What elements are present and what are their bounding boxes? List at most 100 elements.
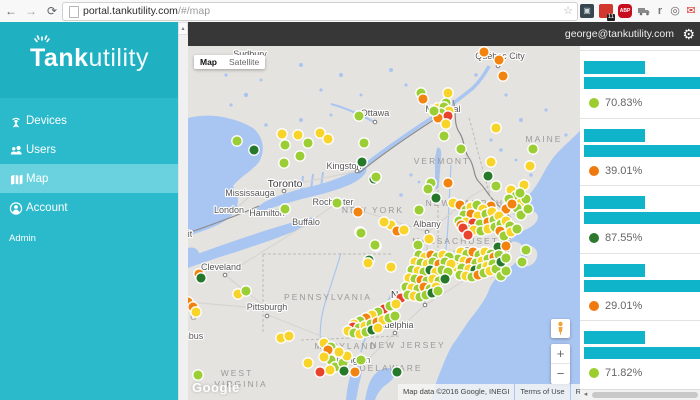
device-row[interactable]: 39.01% [580, 118, 700, 186]
tank-marker[interactable] [439, 131, 449, 141]
tank-marker[interactable] [359, 138, 369, 148]
mail-icon[interactable]: ✉ [684, 4, 698, 18]
tank-marker[interactable] [515, 188, 525, 198]
tank-marker[interactable] [293, 130, 303, 140]
tank-marker[interactable] [498, 71, 508, 81]
browser-back-icon[interactable]: ← [2, 0, 20, 22]
tank-marker[interactable] [479, 47, 489, 57]
tank-marker[interactable] [249, 145, 259, 155]
tank-marker[interactable] [431, 193, 441, 203]
tank-marker[interactable] [386, 262, 396, 272]
tank-marker[interactable] [501, 241, 511, 251]
tank-marker[interactable] [521, 245, 531, 255]
tank-marker[interactable] [363, 258, 373, 268]
extension-r-icon[interactable]: r [653, 4, 667, 18]
vertical-scrollbar[interactable] [178, 22, 188, 400]
tank-marker[interactable] [391, 299, 401, 309]
tank-marker[interactable] [315, 367, 325, 377]
tank-marker[interactable] [284, 331, 294, 341]
tank-marker[interactable] [370, 240, 380, 250]
report-map-error-link[interactable]: Report a map error [571, 384, 580, 400]
terms-of-use-link[interactable]: Terms of Use [515, 384, 569, 400]
tank-marker[interactable] [280, 204, 290, 214]
tank-marker[interactable] [279, 158, 289, 168]
tank-marker[interactable] [399, 225, 409, 235]
device-row[interactable]: 71.82% [580, 320, 700, 388]
tank-marker[interactable] [418, 94, 428, 104]
tank-marker[interactable] [334, 347, 344, 357]
zoom-out-button[interactable]: − [551, 364, 570, 384]
tank-marker[interactable] [232, 136, 242, 146]
url-text[interactable]: portal.tankutility.com/#/map [83, 4, 210, 19]
sidebar-item-admin[interactable]: Admin [0, 225, 178, 251]
device-row[interactable]: 87.55% [580, 185, 700, 253]
tank-marker[interactable] [424, 234, 434, 244]
tank-marker[interactable] [356, 228, 366, 238]
tank-marker[interactable] [423, 184, 433, 194]
tank-marker[interactable] [441, 119, 451, 129]
scroll-left-button[interactable]: ◂ [580, 390, 591, 400]
truck-icon[interactable] [637, 4, 651, 18]
tank-marker[interactable] [429, 106, 439, 116]
tank-marker[interactable] [463, 230, 473, 240]
tank-marker[interactable] [414, 205, 424, 215]
extension-icon-2[interactable]: 11 [599, 4, 613, 18]
device-row[interactable]: 29.01% [580, 253, 700, 321]
zoom-in-button[interactable]: + [551, 344, 570, 364]
browser-forward-icon[interactable]: → [22, 0, 40, 22]
tank-marker[interactable] [319, 352, 329, 362]
tank-marker[interactable] [517, 257, 527, 267]
address-bar[interactable]: portal.tankutility.com/#/map ☆ [62, 2, 578, 21]
pegman-control[interactable] [551, 319, 570, 338]
extension-icon-1[interactable]: ▣ [580, 4, 594, 18]
tank-marker[interactable] [356, 355, 366, 365]
tank-marker[interactable] [353, 207, 363, 217]
tank-marker[interactable] [525, 161, 535, 171]
map-view-button[interactable]: Map [194, 55, 223, 69]
tank-marker[interactable] [491, 123, 501, 133]
scrollbar-thumb[interactable] [592, 392, 698, 398]
tank-marker[interactable] [456, 144, 466, 154]
tank-marker[interactable] [277, 129, 287, 139]
tank-marker[interactable] [325, 365, 335, 375]
tank-marker[interactable] [241, 286, 251, 296]
tank-marker[interactable] [303, 138, 313, 148]
sidebar-item-account[interactable]: Account [0, 193, 178, 222]
tank-marker[interactable] [443, 178, 453, 188]
map-canvas[interactable]: OHIOPENNSYLVANIANEW YORKVERMONTMAINENEW … [188, 46, 580, 400]
tank-marker[interactable] [501, 266, 511, 276]
tank-marker[interactable] [193, 370, 203, 380]
tank-marker[interactable] [332, 198, 342, 208]
browser-reload-icon[interactable]: ⟳ [43, 0, 61, 22]
tank-marker[interactable] [491, 181, 501, 191]
tank-marker[interactable] [295, 151, 305, 161]
sidebar-item-users[interactable]: Users [0, 135, 178, 164]
tank-marker[interactable] [528, 144, 538, 154]
tank-marker[interactable] [440, 274, 450, 284]
sidebar-item-devices[interactable]: Devices [0, 106, 178, 135]
tank-marker[interactable] [280, 140, 290, 150]
tank-marker[interactable] [507, 199, 517, 209]
device-row[interactable]: 70.83% [580, 50, 700, 118]
tank-marker[interactable] [483, 171, 493, 181]
tank-marker[interactable] [354, 111, 364, 121]
tank-marker[interactable] [390, 311, 400, 321]
tank-marker[interactable] [196, 273, 206, 283]
satellite-view-button[interactable]: Satellite [223, 55, 265, 69]
tank-marker[interactable] [501, 253, 511, 263]
adblock-icon[interactable]: ABP [618, 4, 632, 18]
tank-marker[interactable] [323, 134, 333, 144]
sidebar-item-map[interactable]: Map [0, 164, 178, 193]
tank-marker[interactable] [371, 172, 381, 182]
tank-marker[interactable] [379, 217, 389, 227]
tank-marker[interactable] [350, 367, 360, 377]
tank-marker[interactable] [443, 88, 453, 98]
gear-icon[interactable]: ⚙ [682, 22, 695, 46]
tank-marker[interactable] [357, 157, 367, 167]
tank-marker[interactable] [303, 358, 313, 368]
target-icon[interactable]: ◎ [668, 4, 682, 18]
tank-marker[interactable] [512, 224, 522, 234]
tank-marker[interactable] [339, 366, 349, 376]
tank-marker[interactable] [413, 240, 423, 250]
tank-marker[interactable] [392, 367, 402, 377]
